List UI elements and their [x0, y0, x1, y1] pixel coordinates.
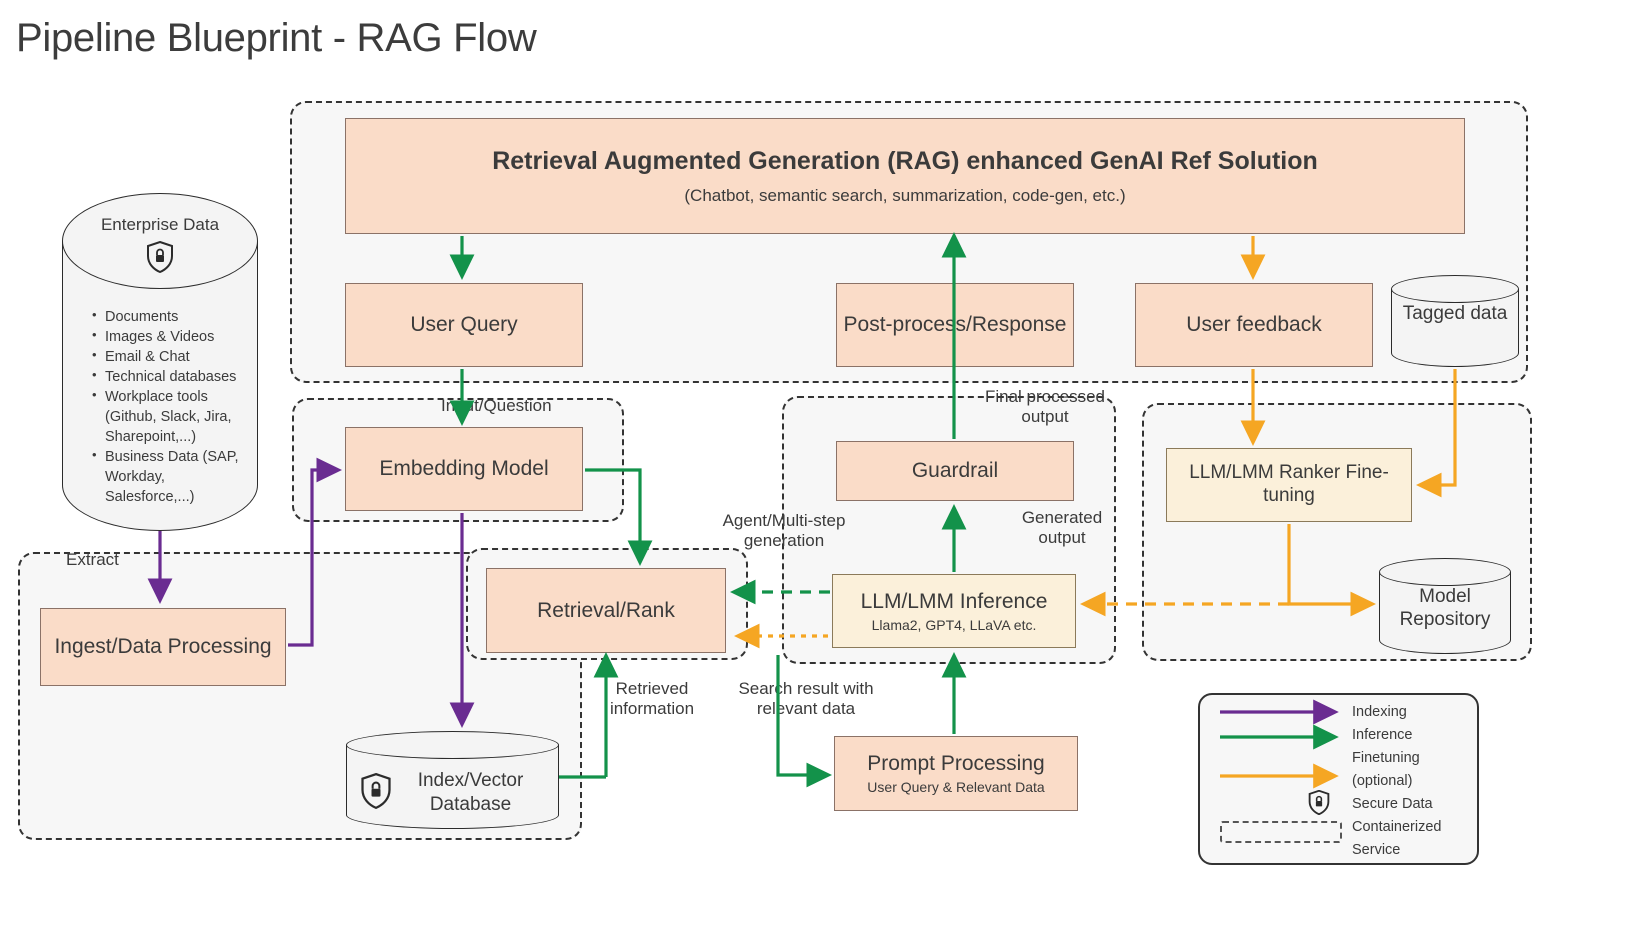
legend-label-secure-data: Secure Data — [1352, 796, 1433, 812]
box-ingest[interactable]: Ingest/Data Processing — [40, 608, 286, 686]
page-title: Pipeline Blueprint - RAG Flow — [16, 16, 537, 60]
tagged-data-label: Tagged data — [1402, 303, 1508, 324]
model-repository-label: Model Repository — [1399, 586, 1491, 630]
box-rag-solution-subtitle: (Chatbot, semantic search, summarization… — [684, 185, 1126, 205]
box-embedding-model[interactable]: Embedding Model — [345, 427, 583, 511]
legend-panel: Indexing Inference Finetuning (optional)… — [1198, 693, 1479, 865]
box-llm-inference-subtitle: Llama2, GPT4, LLaVA etc. — [871, 616, 1037, 633]
box-llm-inference[interactable]: LLM/LMM Inference Llama2, GPT4, LLaVA et… — [832, 574, 1076, 648]
cylinder-top — [1379, 558, 1511, 586]
box-user-query-label: User Query — [410, 313, 518, 337]
box-user-feedback-label: User feedback — [1186, 313, 1322, 337]
legend-label-optional: (optional) — [1352, 773, 1413, 789]
cylinder-top — [346, 731, 559, 759]
box-ranker-finetuning[interactable]: LLM/LMM Ranker Fine-tuning — [1166, 448, 1412, 522]
box-ranker-finetuning-label: LLM/LMM Ranker Fine-tuning — [1189, 462, 1389, 506]
legend-label-containerized: Containerized — [1352, 819, 1442, 835]
containerized-service-sample — [1220, 821, 1342, 843]
legend-label-inference: Inference — [1352, 727, 1413, 743]
edge-label-final-processed-output: Final processed output — [984, 387, 1105, 427]
box-llm-inference-title: LLM/LMM Inference — [860, 589, 1048, 613]
index-vector-db-label: Index/Vector Database — [417, 770, 524, 815]
box-prompt-processing-subtitle: User Query & Relevant Data — [867, 779, 1045, 796]
list-item: Technical databases — [92, 366, 248, 387]
box-embedding-model-label: Embedding Model — [379, 457, 549, 481]
box-prompt-processing[interactable]: Prompt Processing User Query & Relevant … — [834, 736, 1078, 811]
box-rag-solution-title: Retrieval Augmented Generation (RAG) enh… — [492, 146, 1318, 175]
cylinder-top — [1391, 275, 1519, 303]
list-item: Images & Videos — [92, 326, 248, 347]
box-ingest-label: Ingest/Data Processing — [54, 635, 272, 659]
list-item: Documents — [92, 306, 248, 327]
box-guardrail[interactable]: Guardrail — [836, 441, 1074, 501]
list-item: Workplace tools (Github, Slack, Jira, Sh… — [92, 386, 248, 447]
box-guardrail-label: Guardrail — [911, 459, 999, 483]
list-item: Business Data (SAP, Workday, Salesforce,… — [92, 446, 248, 507]
legend-label-finetuning: Finetuning — [1352, 750, 1420, 766]
edge-label-extract: Extract — [66, 550, 119, 569]
index-vector-db-cylinder: Index/Vector Database — [346, 731, 559, 829]
edge-label-generated-output: Generated output — [1021, 508, 1103, 548]
secure-shield-lock-icon — [146, 240, 174, 278]
box-retrieval-rank-label: Retrieval/Rank — [537, 598, 675, 622]
edge-label-input-question: Input/Question — [441, 396, 552, 415]
tagged-data-cylinder: Tagged data — [1391, 275, 1519, 367]
edge-label-agent-multistep: Agent/Multi-step generation — [722, 511, 846, 551]
enterprise-data-cylinder: Enterprise Data Documents Images & Video… — [62, 193, 258, 531]
box-retrieval-rank[interactable]: Retrieval/Rank — [486, 568, 726, 653]
secure-shield-lock-icon — [360, 772, 392, 814]
enterprise-data-list: Documents Images & Videos Email & Chat T… — [92, 306, 248, 507]
enterprise-data-title: Enterprise Data — [100, 215, 220, 234]
shield-lock-icon — [1308, 789, 1330, 820]
edge-label-search-result: Search result with relevant data — [738, 679, 874, 719]
legend-label-indexing: Indexing — [1352, 704, 1407, 720]
model-repository-cylinder: Model Repository — [1379, 558, 1511, 654]
box-user-query[interactable]: User Query — [345, 283, 583, 367]
box-rag-solution[interactable]: Retrieval Augmented Generation (RAG) enh… — [345, 118, 1465, 234]
list-item: Email & Chat — [92, 346, 248, 367]
box-user-feedback[interactable]: User feedback — [1135, 283, 1373, 367]
box-prompt-processing-title: Prompt Processing — [867, 752, 1045, 775]
box-post-process-label: Post-process/Response — [843, 313, 1067, 337]
edge-label-retrieved-information: Retrieved information — [609, 679, 695, 719]
box-post-process[interactable]: Post-process/Response — [836, 283, 1074, 367]
legend-label-service: Service — [1352, 842, 1401, 858]
